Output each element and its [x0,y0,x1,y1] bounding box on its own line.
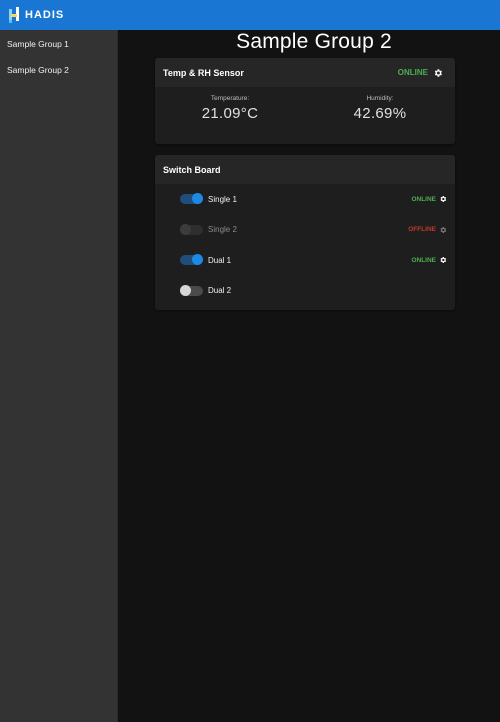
switch-name: Single 1 [208,194,237,204]
app-bar: HADIS [0,0,500,30]
humidity-label: Humidity: [366,95,394,102]
toggle-knob [192,193,203,205]
toggle-knob [192,254,203,266]
switch-row-single-2: Single 2 OFFLINE [155,215,455,246]
switch-row-dual-1: Dual 1 ONLINE [155,245,455,276]
gear-icon[interactable] [439,256,447,264]
switch-status: OFFLINE [408,226,447,234]
humidity-metric: Humidity: 42.69% [305,87,455,144]
temperature-label: Temperature: [210,95,250,102]
status-badge: ONLINE [411,256,436,264]
switch-status: ONLINE [411,256,447,264]
toggle-knob [180,223,191,235]
gear-icon[interactable] [439,195,447,203]
app-name: HADIS [25,9,65,21]
switch-name: Dual 1 [208,255,232,265]
temperature-metric: Temperature: 21.09°C [155,87,305,144]
switch-status: ONLINE [411,195,447,203]
switch-name: Single 2 [208,225,237,235]
sensor-readings: Temperature: 21.09°C Humidity: 42.69% [155,87,455,144]
switch-board-title: Switch Board [163,164,221,175]
status-badge: ONLINE [411,195,436,203]
status-badge: OFFLINE [408,226,436,234]
switch-row-single-1: Single 1 ONLINE [155,184,455,215]
sensor-card-header: Temp & RH Sensor ONLINE [155,58,455,87]
switch-board-header: Switch Board [155,155,455,184]
toggle-knob [180,284,191,296]
dual-1-toggle[interactable] [180,254,203,266]
gear-icon[interactable] [439,226,447,234]
sensor-card: Temp & RH Sensor ONLINE Temperature: 21.… [155,58,455,144]
page-title: Sample Group 2 [236,30,392,53]
humidity-value: 42.69% [353,105,407,122]
single-1-toggle[interactable] [180,193,203,205]
hadis-logo-icon [9,7,19,23]
sidebar-item-sample-group-2[interactable]: Sample Group 2 [0,56,117,82]
sensor-status-badge: ONLINE [397,68,428,77]
main-content: Sample Group 2 Temp & RH Sensor ONLINE T… [118,30,500,722]
sensor-card-title: Temp & RH Sensor [163,67,244,78]
switch-board-card: Switch Board Single 1 ONLINE Single 2 OF… [155,155,455,310]
app-logo[interactable]: HADIS [8,6,64,24]
switch-row-dual-2: Dual 2 [155,276,455,307]
temperature-value: 21.09°C [201,105,259,122]
gear-icon[interactable] [433,68,443,78]
sidebar-item-sample-group-1[interactable]: Sample Group 1 [0,30,117,56]
switch-name: Dual 2 [208,286,232,296]
single-2-toggle[interactable] [180,223,203,235]
dual-2-toggle[interactable] [180,284,203,296]
sidebar: Sample Group 1 Sample Group 2 [0,30,118,722]
